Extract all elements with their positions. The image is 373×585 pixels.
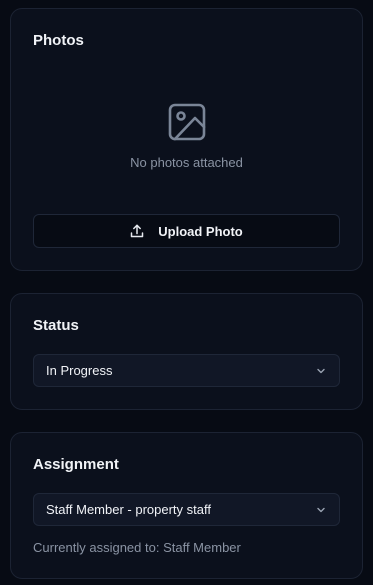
upload-photo-button[interactable]: Upload Photo — [33, 214, 340, 248]
upload-photo-label: Upload Photo — [158, 223, 243, 239]
assignment-selected-value: Staff Member - property staff — [46, 502, 211, 517]
photos-empty-state: No photos attached — [11, 102, 362, 170]
upload-icon — [130, 224, 144, 238]
status-selected-value: In Progress — [46, 363, 113, 378]
photos-card: Photos No photos attached Upload Photo — [10, 8, 363, 271]
photos-title: Photos — [33, 32, 84, 49]
chevron-down-icon — [315, 365, 327, 377]
no-photos-text: No photos attached — [130, 155, 243, 170]
status-select[interactable]: In Progress — [33, 354, 340, 387]
image-placeholder-icon — [167, 102, 207, 142]
status-card: Status In Progress — [10, 293, 363, 410]
status-title: Status — [33, 317, 79, 334]
current-assignment-text: Currently assigned to: Staff Member — [33, 540, 241, 555]
assignment-title: Assignment — [33, 456, 119, 473]
chevron-down-icon — [315, 504, 327, 516]
assignment-select[interactable]: Staff Member - property staff — [33, 493, 340, 526]
assignment-card: Assignment Staff Member - property staff… — [10, 432, 363, 579]
